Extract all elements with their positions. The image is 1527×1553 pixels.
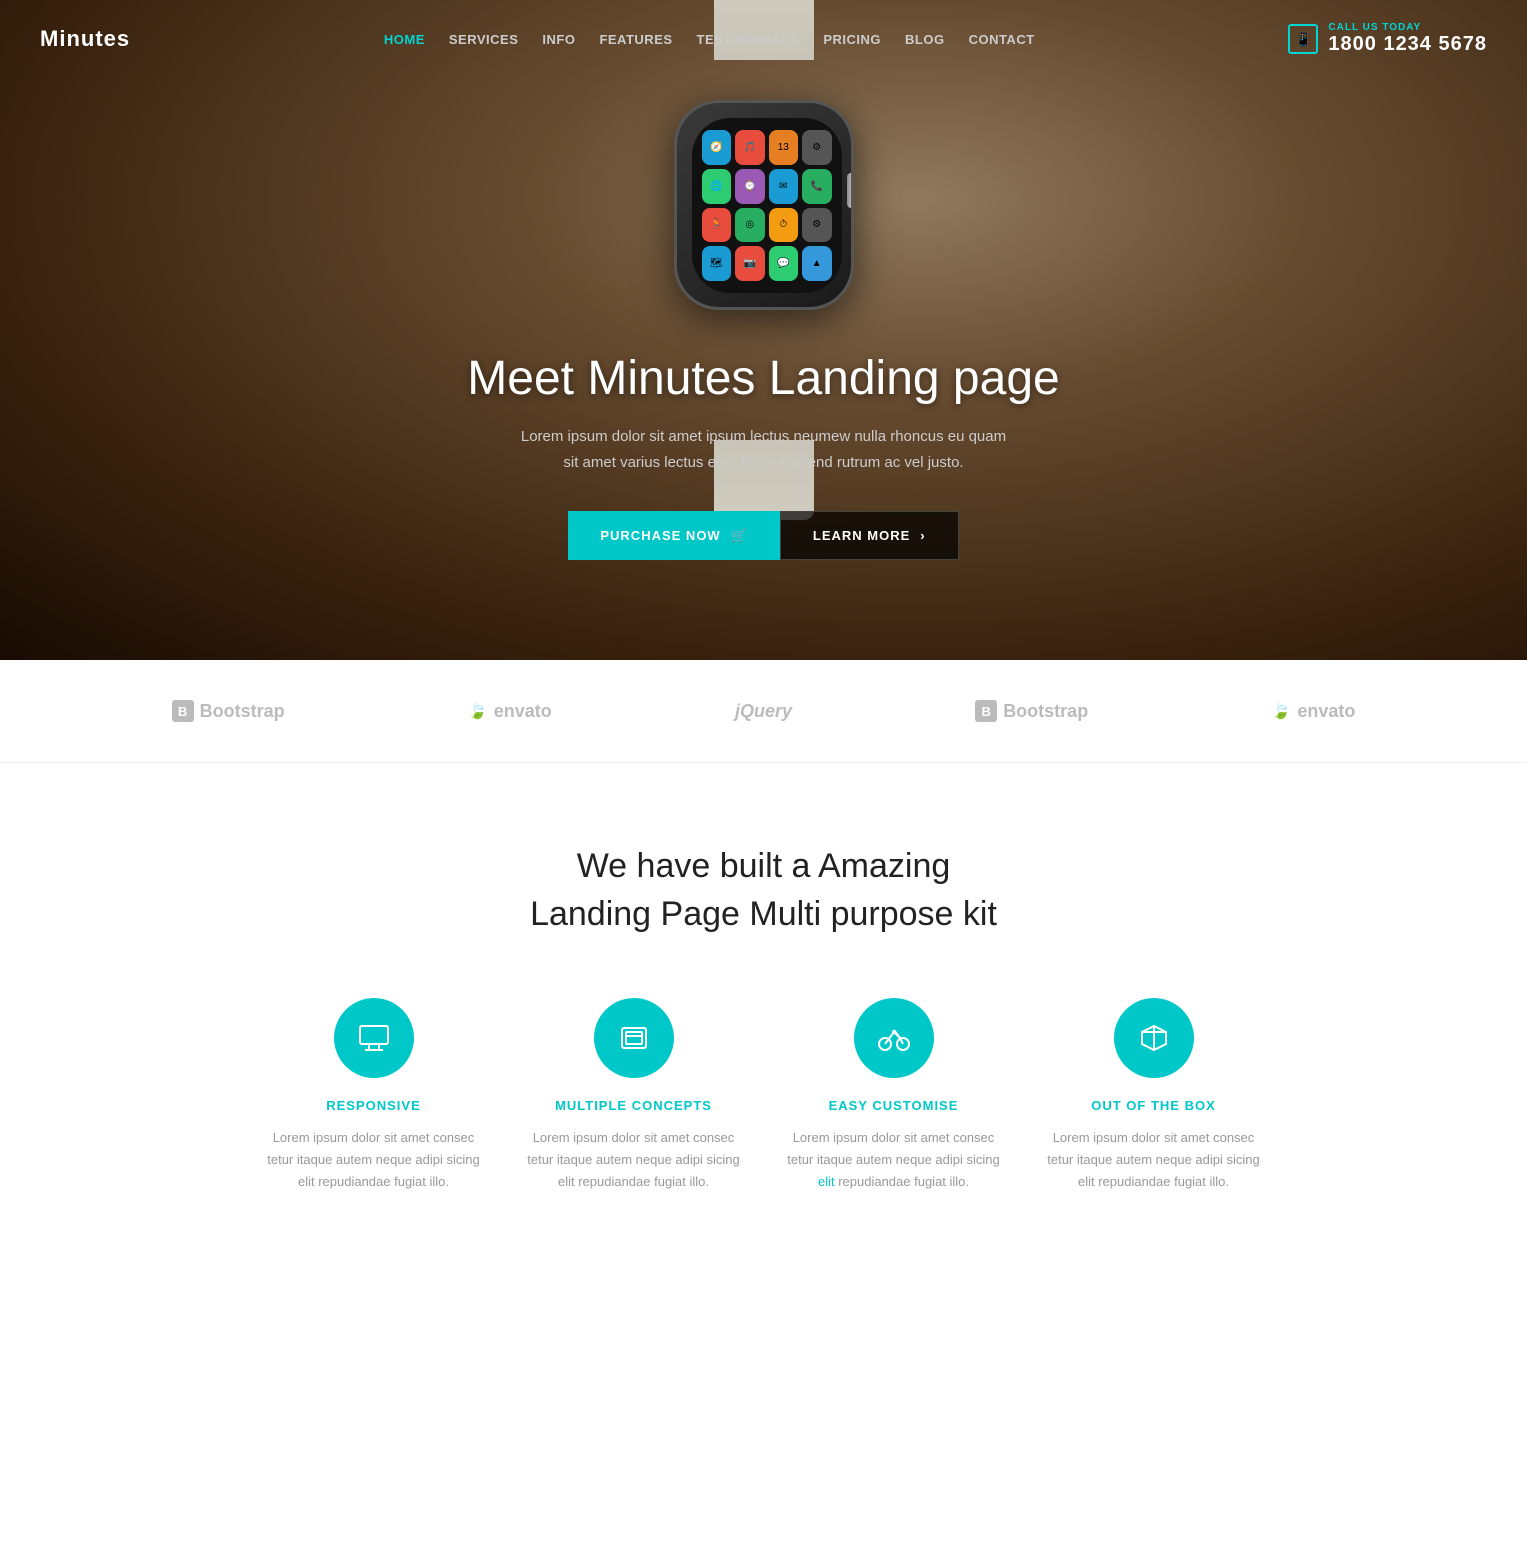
monitor-icon	[356, 1020, 392, 1056]
app-icon-4: ⚙	[802, 130, 832, 165]
app-icon-8: 📞	[802, 169, 832, 204]
envato-label-1: envato	[494, 701, 552, 722]
feature-title-responsive: RESPONSIVE	[264, 1098, 484, 1113]
app-icon-13: 🗺	[702, 246, 732, 281]
feature-desc-outofbox: Lorem ipsum dolor sit amet consec tetur …	[1044, 1127, 1264, 1193]
features-grid: RESPONSIVE Lorem ipsum dolor sit amet co…	[214, 998, 1314, 1193]
arrow-icon: ›	[920, 528, 925, 543]
bootstrap-label-1: Bootstrap	[200, 701, 285, 722]
outofbox-icon-circle	[1114, 998, 1194, 1078]
brand-jquery: jQuery	[735, 701, 792, 722]
brand-bootstrap-2: B Bootstrap	[975, 700, 1088, 722]
nav-blog[interactable]: BLOG	[905, 32, 945, 47]
feature-outofbox: OUT OF THE BOX Lorem ipsum dolor sit ame…	[1044, 998, 1264, 1193]
app-icon-15: 💬	[769, 246, 799, 281]
feature-desc-responsive: Lorem ipsum dolor sit amet consec tetur …	[264, 1127, 484, 1193]
features-title: We have built a AmazingLanding Page Mult…	[40, 843, 1487, 938]
jquery-label: jQuery	[735, 701, 792, 722]
concepts-icon-circle	[594, 998, 674, 1078]
app-icon-7: ✉	[769, 169, 799, 204]
feature-concepts: MULTIPLE CONCEPTS Lorem ipsum dolor sit …	[524, 998, 744, 1193]
bootstrap-icon-1: B	[172, 700, 194, 722]
cart-icon: 🛒	[731, 528, 748, 544]
feature-desc-highlight: elit	[818, 1174, 835, 1189]
features-section: We have built a AmazingLanding Page Mult…	[0, 763, 1527, 1253]
app-icon-10: ◎	[735, 208, 765, 243]
watch-crown	[847, 173, 854, 208]
watch-body: 🧭 🎵 13 ⚙ 🌐 ⌚ ✉ 📞 🏃 ◎ ⏱ ⚙ 🗺 📷	[674, 100, 854, 310]
nav-contact[interactable]: CONTACT	[969, 32, 1035, 47]
feature-customise: EASY CUSTOMISE Lorem ipsum dolor sit ame…	[784, 998, 1004, 1193]
hero-title: Meet Minutes Landing page	[467, 351, 1059, 406]
envato-label-2: envato	[1297, 701, 1355, 722]
nav-testimonials[interactable]: TESTIMONIALS	[697, 32, 800, 47]
phone-icon: 📱	[1288, 24, 1318, 54]
envato-leaf-2: 🍃	[1271, 701, 1291, 721]
app-icon-1: 🧭	[702, 130, 732, 165]
layers-icon	[616, 1020, 652, 1056]
hero-buttons: PURCHASE NOW 🛒 LEARN MORE ›	[467, 511, 1059, 560]
brand-bootstrap-1: B Bootstrap	[172, 700, 285, 722]
feature-responsive: RESPONSIVE Lorem ipsum dolor sit amet co…	[264, 998, 484, 1193]
envato-leaf-1: 🍃	[468, 701, 488, 721]
app-icon-6: ⌚	[735, 169, 765, 204]
box-icon	[1136, 1020, 1172, 1056]
purchase-label: PURCHASE NOW	[600, 528, 720, 543]
app-icon-2: 🎵	[735, 130, 765, 165]
purchase-button[interactable]: PURCHASE NOW 🛒	[568, 511, 780, 560]
feature-desc-concepts: Lorem ipsum dolor sit amet consec tetur …	[524, 1127, 744, 1193]
nav-features[interactable]: FEATURES	[599, 32, 672, 47]
call-us-label: CALL US TODAY	[1328, 22, 1487, 33]
hero-subtitle: Lorem ipsum dolor sit amet ipsum lectus …	[514, 424, 1014, 475]
feature-title-outofbox: OUT OF THE BOX	[1044, 1098, 1264, 1113]
responsive-icon-circle	[334, 998, 414, 1078]
nav-info[interactable]: INFO	[542, 32, 575, 47]
feature-desc-customise: Lorem ipsum dolor sit amet consec tetur …	[784, 1127, 1004, 1193]
nav-pricing[interactable]: PRICING	[823, 32, 881, 47]
logos-strip: B Bootstrap 🍃 envato jQuery B Bootstrap …	[0, 660, 1527, 763]
feature-title-concepts: MULTIPLE CONCEPTS	[524, 1098, 744, 1113]
app-icon-14: 📷	[735, 246, 765, 281]
logo: Minutes	[40, 26, 130, 52]
phone-text-block: CALL US TODAY 1800 1234 5678	[1328, 22, 1487, 56]
brand-envato-2: 🍃 envato	[1271, 701, 1355, 722]
watch-screen: 🧭 🎵 13 ⚙ 🌐 ⌚ ✉ 📞 🏃 ◎ ⏱ ⚙ 🗺 📷	[692, 118, 842, 293]
app-icon-11: ⏱	[769, 208, 799, 243]
app-icon-9: 🏃	[702, 208, 732, 243]
brand-envato-1: 🍃 envato	[468, 701, 552, 722]
app-icon-12: ⚙	[802, 208, 832, 243]
app-icon-3: 13	[769, 130, 799, 165]
app-icon-16: ▲	[802, 246, 832, 281]
header: Minutes HOME SERVICES INFO FEATURES TEST…	[0, 0, 1527, 78]
learn-more-button[interactable]: LEARN MORE ›	[780, 511, 959, 560]
phone-number: 1800 1234 5678	[1328, 33, 1487, 56]
hero-content: Meet Minutes Landing page Lorem ipsum do…	[467, 351, 1059, 660]
phone-block: 📱 CALL US TODAY 1800 1234 5678	[1288, 22, 1487, 56]
app-icon-5: 🌐	[702, 169, 732, 204]
nav-services[interactable]: SERVICES	[449, 32, 519, 47]
nav-home[interactable]: HOME	[384, 32, 425, 47]
customise-icon-circle	[854, 998, 934, 1078]
hero-section: 🧭 🎵 13 ⚙ 🌐 ⌚ ✉ 📞 🏃 ◎ ⏱ ⚙ 🗺 📷	[0, 0, 1527, 660]
navigation: HOME SERVICES INFO FEATURES TESTIMONIALS…	[384, 32, 1035, 47]
bootstrap-icon-2: B	[975, 700, 997, 722]
bike-icon	[876, 1020, 912, 1056]
feature-title-customise: EASY CUSTOMISE	[784, 1098, 1004, 1113]
bootstrap-label-2: Bootstrap	[1003, 701, 1088, 722]
learn-label: LEARN MORE	[813, 528, 910, 543]
